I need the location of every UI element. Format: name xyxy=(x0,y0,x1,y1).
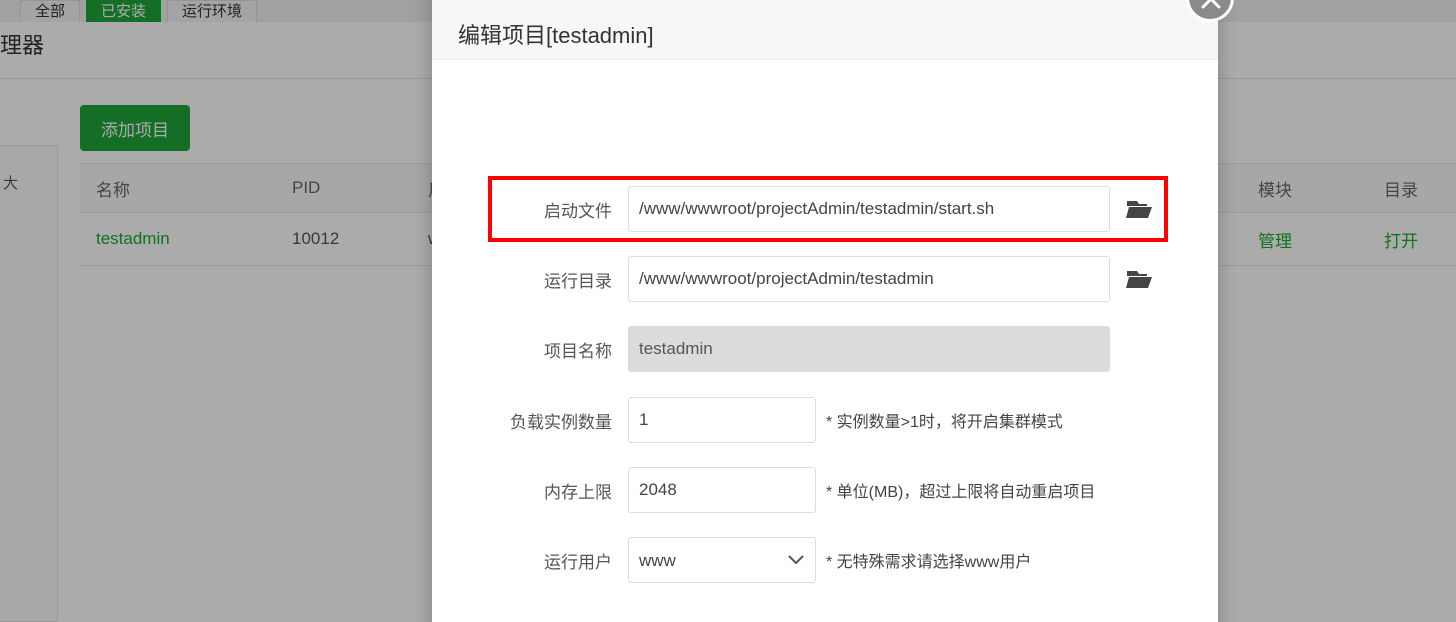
hint-instances: * 实例数量>1时，将开启集群模式 xyxy=(826,414,1063,431)
dialog-header: 编辑项目[testadmin] xyxy=(432,0,1218,60)
dialog-title: 编辑项目[testadmin] xyxy=(458,23,654,48)
field-row-instances: 负载实例数量 * 实例数量>1时，将开启集群模式 xyxy=(488,397,1063,443)
run-dir-input[interactable] xyxy=(628,256,1110,302)
edit-project-dialog: 编辑项目[testadmin] 启动文件 运行目录 xyxy=(432,0,1218,622)
folder-open-icon xyxy=(1126,201,1152,218)
label-project-name: 项目名称 xyxy=(544,341,612,361)
field-row-project-name: 项目名称 xyxy=(488,326,1110,372)
label-memory-limit: 内存上限 xyxy=(544,482,612,502)
project-name-input xyxy=(628,326,1110,372)
screen-root: 全部 已安装 运行环境 宝塔插件 一键部署 理器 大 添加项目 名称 xyxy=(0,0,1456,622)
field-row-memory-limit: 内存上限 * 单位(MB)，超过上限将自动重启项目 xyxy=(488,467,1095,513)
hint-memory-limit: * 单位(MB)，超过上限将自动重启项目 xyxy=(826,484,1096,501)
field-row-run-user: 运行用户 www root * 无特殊需求请选择www用户 xyxy=(488,537,1031,583)
start-file-input[interactable] xyxy=(628,186,1110,232)
run-dir-browse-button[interactable] xyxy=(1126,267,1156,291)
label-run-dir: 运行目录 xyxy=(544,271,612,291)
folder-open-icon xyxy=(1126,271,1152,288)
run-user-select[interactable]: www root xyxy=(628,537,816,583)
label-run-user: 运行用户 xyxy=(544,552,612,572)
field-row-run-dir: 运行目录 xyxy=(488,256,1156,302)
run-user-select-wrap: www root xyxy=(628,537,816,583)
label-instances: 负载实例数量 xyxy=(510,412,612,432)
memory-limit-input[interactable] xyxy=(628,467,816,513)
close-icon xyxy=(1201,0,1221,9)
instance-count-input[interactable] xyxy=(628,397,816,443)
start-file-browse-button[interactable] xyxy=(1126,197,1156,221)
field-row-start-file: 启动文件 xyxy=(488,186,1156,232)
hint-run-user: * 无特殊需求请选择www用户 xyxy=(826,554,1032,571)
label-start-file: 启动文件 xyxy=(544,201,612,221)
